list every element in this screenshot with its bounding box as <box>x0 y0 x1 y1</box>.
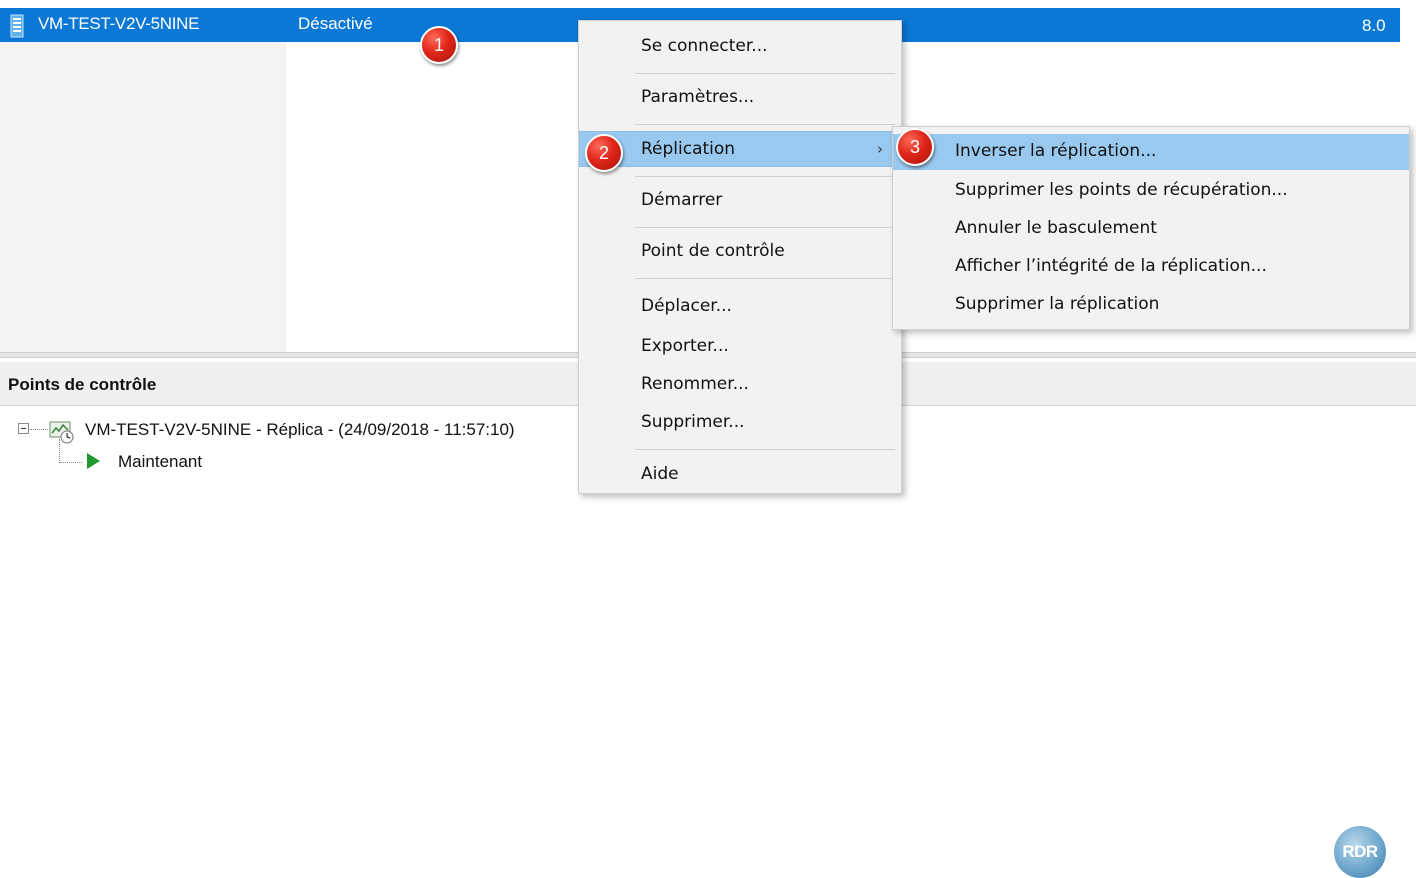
checkpoints-title: Points de contrôle <box>8 375 157 394</box>
callout-badge-1: 1 <box>420 26 458 64</box>
submenu-item-remove-replication[interactable]: Supprimer la réplication <box>893 287 1409 323</box>
collapse-icon[interactable] <box>18 423 29 434</box>
menu-item-label: Exporter... <box>641 336 729 356</box>
menu-separator <box>635 449 895 450</box>
submenu-item-view-replication-health[interactable]: Afficher l’intégrité de la réplication..… <box>893 249 1409 285</box>
menu-item-replication[interactable]: Réplication › <box>579 131 901 167</box>
menu-item-label: Point de contrôle <box>641 241 785 261</box>
menu-separator <box>635 176 895 177</box>
menu-item-checkpoint[interactable]: Point de contrôle <box>579 234 901 270</box>
submenu-item-label: Inverser la réplication... <box>955 141 1157 161</box>
snapshot-icon <box>49 421 74 444</box>
vm-version: 8.0 <box>1362 16 1386 35</box>
context-menu: Se connecter... Paramètres... Réplicatio… <box>578 20 902 494</box>
chevron-right-icon: › <box>877 140 883 158</box>
menu-item-label: Se connecter... <box>641 36 768 56</box>
tree-connector <box>60 462 82 463</box>
menu-item-start[interactable]: Démarrer <box>579 183 901 219</box>
menu-separator <box>635 227 895 228</box>
vm-list-left-column <box>0 42 286 352</box>
checkpoint-root-label[interactable]: VM-TEST-V2V-5NINE - Réplica - (24/09/201… <box>85 420 515 440</box>
replication-submenu: Inverser la réplication... Supprimer les… <box>892 126 1410 330</box>
submenu-item-cancel-failover[interactable]: Annuler le basculement <box>893 211 1409 247</box>
menu-item-export[interactable]: Exporter... <box>579 329 901 365</box>
submenu-item-label: Annuler le basculement <box>955 218 1157 238</box>
menu-item-label: Déplacer... <box>641 296 732 316</box>
tree-connector <box>30 429 48 430</box>
menu-item-settings[interactable]: Paramètres... <box>579 80 901 116</box>
tree-connector <box>59 439 60 463</box>
menu-item-label: Réplication <box>641 139 736 159</box>
menu-separator <box>635 73 895 74</box>
vm-state: Désactivé <box>298 14 373 33</box>
menu-item-connect[interactable]: Se connecter... <box>579 29 901 65</box>
play-icon <box>87 453 100 469</box>
rdr-watermark-logo: RDR <box>1334 826 1386 878</box>
submenu-item-label: Afficher l’intégrité de la réplication..… <box>955 256 1267 276</box>
menu-item-label: Supprimer... <box>641 412 745 432</box>
menu-separator <box>635 124 895 125</box>
server-icon <box>10 14 24 38</box>
vm-name: VM-TEST-V2V-5NINE <box>38 14 200 33</box>
checkpoint-now-label[interactable]: Maintenant <box>118 452 202 472</box>
menu-separator <box>635 278 895 279</box>
callout-badge-2: 2 <box>585 134 623 172</box>
menu-item-rename[interactable]: Renommer... <box>579 367 901 403</box>
menu-item-label: Paramètres... <box>641 87 755 107</box>
menu-item-move[interactable]: Déplacer... <box>579 289 901 325</box>
menu-item-label: Démarrer <box>641 190 723 210</box>
submenu-item-label: Supprimer les points de récupération... <box>955 180 1288 200</box>
submenu-item-label: Supprimer la réplication <box>955 294 1160 314</box>
submenu-item-reverse-replication[interactable]: Inverser la réplication... <box>893 134 1409 170</box>
menu-item-help[interactable]: Aide <box>579 457 901 493</box>
callout-badge-3: 3 <box>896 128 934 166</box>
menu-item-label: Aide <box>641 464 679 484</box>
menu-item-delete[interactable]: Supprimer... <box>579 405 901 441</box>
menu-item-label: Renommer... <box>641 374 749 394</box>
submenu-item-delete-recovery-points[interactable]: Supprimer les points de récupération... <box>893 173 1409 209</box>
